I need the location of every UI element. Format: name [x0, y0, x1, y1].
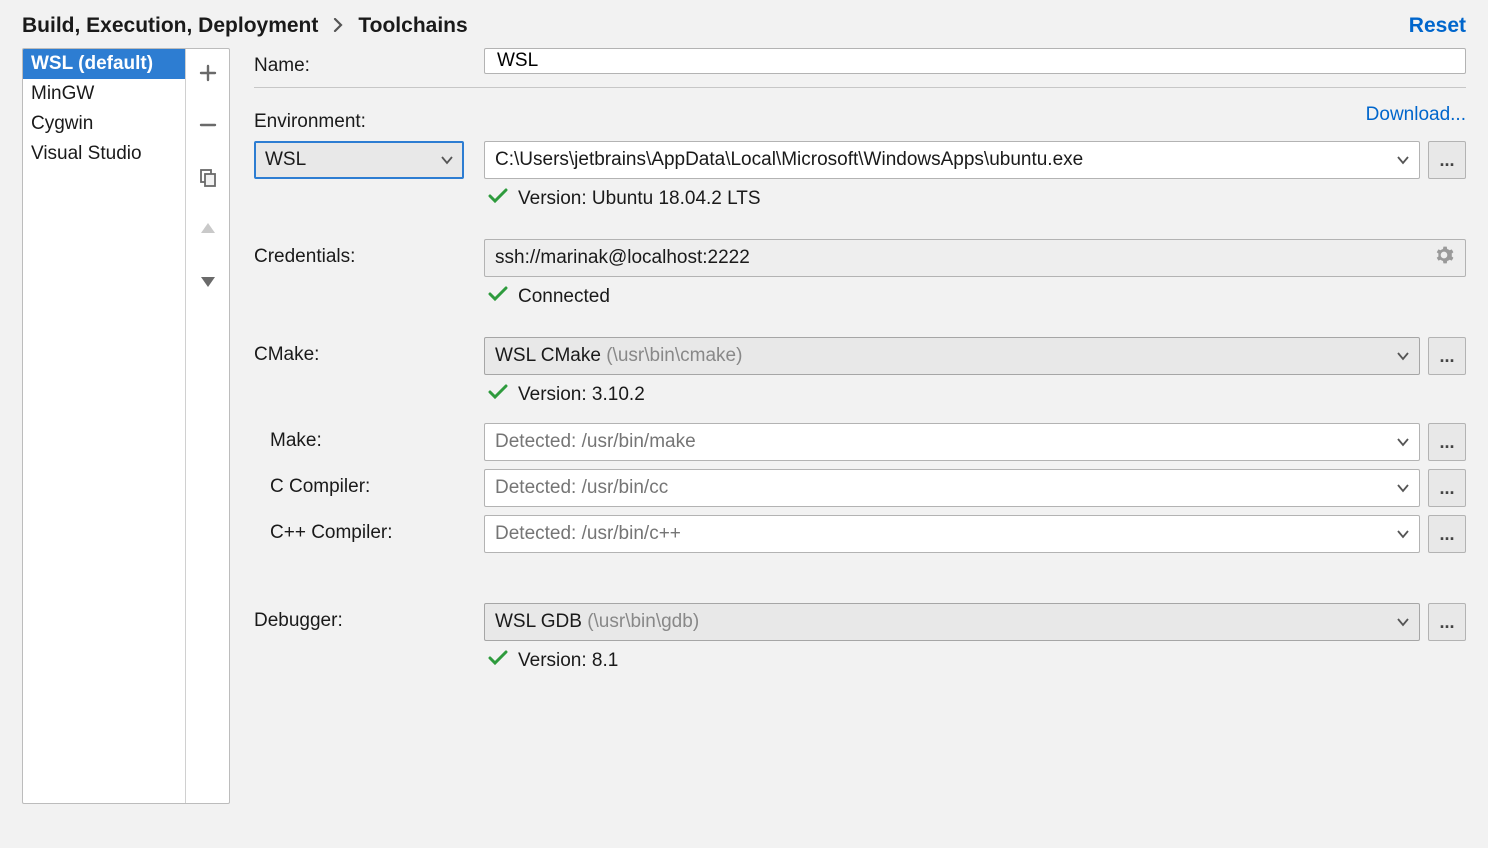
copy-icon	[198, 167, 218, 191]
toolchain-item-wsl[interactable]: WSL (default)	[23, 49, 185, 79]
environment-path-combo[interactable]: C:\Users\jetbrains\AppData\Local\Microso…	[484, 141, 1420, 179]
move-down-button[interactable]	[186, 257, 230, 309]
toolchain-list[interactable]: WSL (default) MinGW Cygwin Visual Studio	[23, 49, 185, 803]
cmake-status: Version: 3.10.2	[484, 375, 1466, 415]
breadcrumb-parent[interactable]: Build, Execution, Deployment	[22, 14, 318, 38]
ellipsis-icon: ...	[1439, 612, 1454, 633]
cpp-compiler-browse-button[interactable]: ...	[1428, 515, 1466, 553]
reset-link[interactable]: Reset	[1409, 14, 1466, 38]
cpp-compiler-input[interactable]	[485, 516, 1391, 552]
credentials-status: Connected	[484, 277, 1466, 317]
name-input[interactable]	[495, 49, 1455, 73]
download-link[interactable]: Download...	[1366, 104, 1466, 126]
check-icon	[488, 383, 508, 407]
toolchain-item-mingw[interactable]: MinGW	[23, 79, 185, 109]
chevron-down-icon	[1397, 348, 1409, 364]
chevron-down-icon	[1397, 480, 1419, 496]
add-toolchain-button[interactable]	[186, 49, 230, 101]
chevron-down-icon	[1397, 434, 1419, 450]
toolchain-item-cygwin[interactable]: Cygwin	[23, 109, 185, 139]
toolchain-item-visualstudio[interactable]: Visual Studio	[23, 139, 185, 169]
ellipsis-icon: ...	[1439, 524, 1454, 545]
cpp-compiler-label: C++ Compiler:	[254, 515, 484, 544]
environment-path-browse-button[interactable]: ...	[1428, 141, 1466, 179]
debugger-label: Debugger:	[254, 603, 484, 632]
breadcrumb-current: Toolchains	[358, 14, 467, 38]
credentials-settings-button[interactable]	[1431, 245, 1457, 271]
move-up-button	[186, 205, 230, 257]
environment-label: Environment:	[254, 104, 484, 133]
toolchain-list-tools	[185, 49, 229, 803]
credentials-field[interactable]: ssh://marinak@localhost:2222	[484, 239, 1466, 277]
make-input[interactable]	[485, 424, 1391, 460]
ellipsis-icon: ...	[1439, 478, 1454, 499]
chevron-right-icon	[332, 16, 344, 37]
make-combo[interactable]	[484, 423, 1420, 461]
debugger-status: Version: 8.1	[484, 641, 1466, 681]
c-compiler-label: C Compiler:	[254, 469, 484, 498]
make-browse-button[interactable]: ...	[1428, 423, 1466, 461]
cmake-select[interactable]: WSL CMake (\usr\bin\cmake)	[484, 337, 1420, 375]
check-icon	[488, 649, 508, 673]
cpp-compiler-combo[interactable]	[484, 515, 1420, 553]
toolchains-settings-pane: Build, Execution, Deployment Toolchains …	[0, 0, 1488, 848]
check-icon	[488, 285, 508, 309]
toolchain-form: Name: Environment: Download...	[230, 48, 1466, 804]
debugger-browse-button[interactable]: ...	[1428, 603, 1466, 641]
ellipsis-icon: ...	[1439, 150, 1454, 171]
cmake-label: CMake:	[254, 337, 484, 366]
c-compiler-input[interactable]	[485, 470, 1391, 506]
plus-icon	[198, 63, 218, 87]
chevron-down-icon	[1397, 526, 1419, 542]
c-compiler-combo[interactable]	[484, 469, 1420, 507]
arrow-down-icon	[198, 271, 218, 295]
chevron-down-icon	[1397, 152, 1409, 168]
gear-icon	[1434, 245, 1454, 271]
breadcrumb-row: Build, Execution, Deployment Toolchains …	[0, 0, 1488, 48]
environment-type-select[interactable]: WSL	[254, 141, 464, 179]
credentials-label: Credentials:	[254, 239, 484, 268]
arrow-up-icon	[198, 219, 218, 243]
toolchain-list-panel: WSL (default) MinGW Cygwin Visual Studio	[22, 48, 230, 804]
chevron-down-icon	[441, 152, 453, 168]
cmake-browse-button[interactable]: ...	[1428, 337, 1466, 375]
remove-toolchain-button[interactable]	[186, 101, 230, 153]
chevron-down-icon	[1397, 614, 1409, 630]
copy-toolchain-button[interactable]	[186, 153, 230, 205]
name-label: Name:	[254, 48, 484, 77]
divider	[254, 87, 1466, 88]
environment-status: Version: Ubuntu 18.04.2 LTS	[484, 179, 1466, 219]
minus-icon	[198, 115, 218, 139]
ellipsis-icon: ...	[1439, 432, 1454, 453]
check-icon	[488, 187, 508, 211]
debugger-select[interactable]: WSL GDB (\usr\bin\gdb)	[484, 603, 1420, 641]
c-compiler-browse-button[interactable]: ...	[1428, 469, 1466, 507]
name-input-wrap	[484, 48, 1466, 74]
make-label: Make:	[254, 423, 484, 452]
ellipsis-icon: ...	[1439, 346, 1454, 367]
